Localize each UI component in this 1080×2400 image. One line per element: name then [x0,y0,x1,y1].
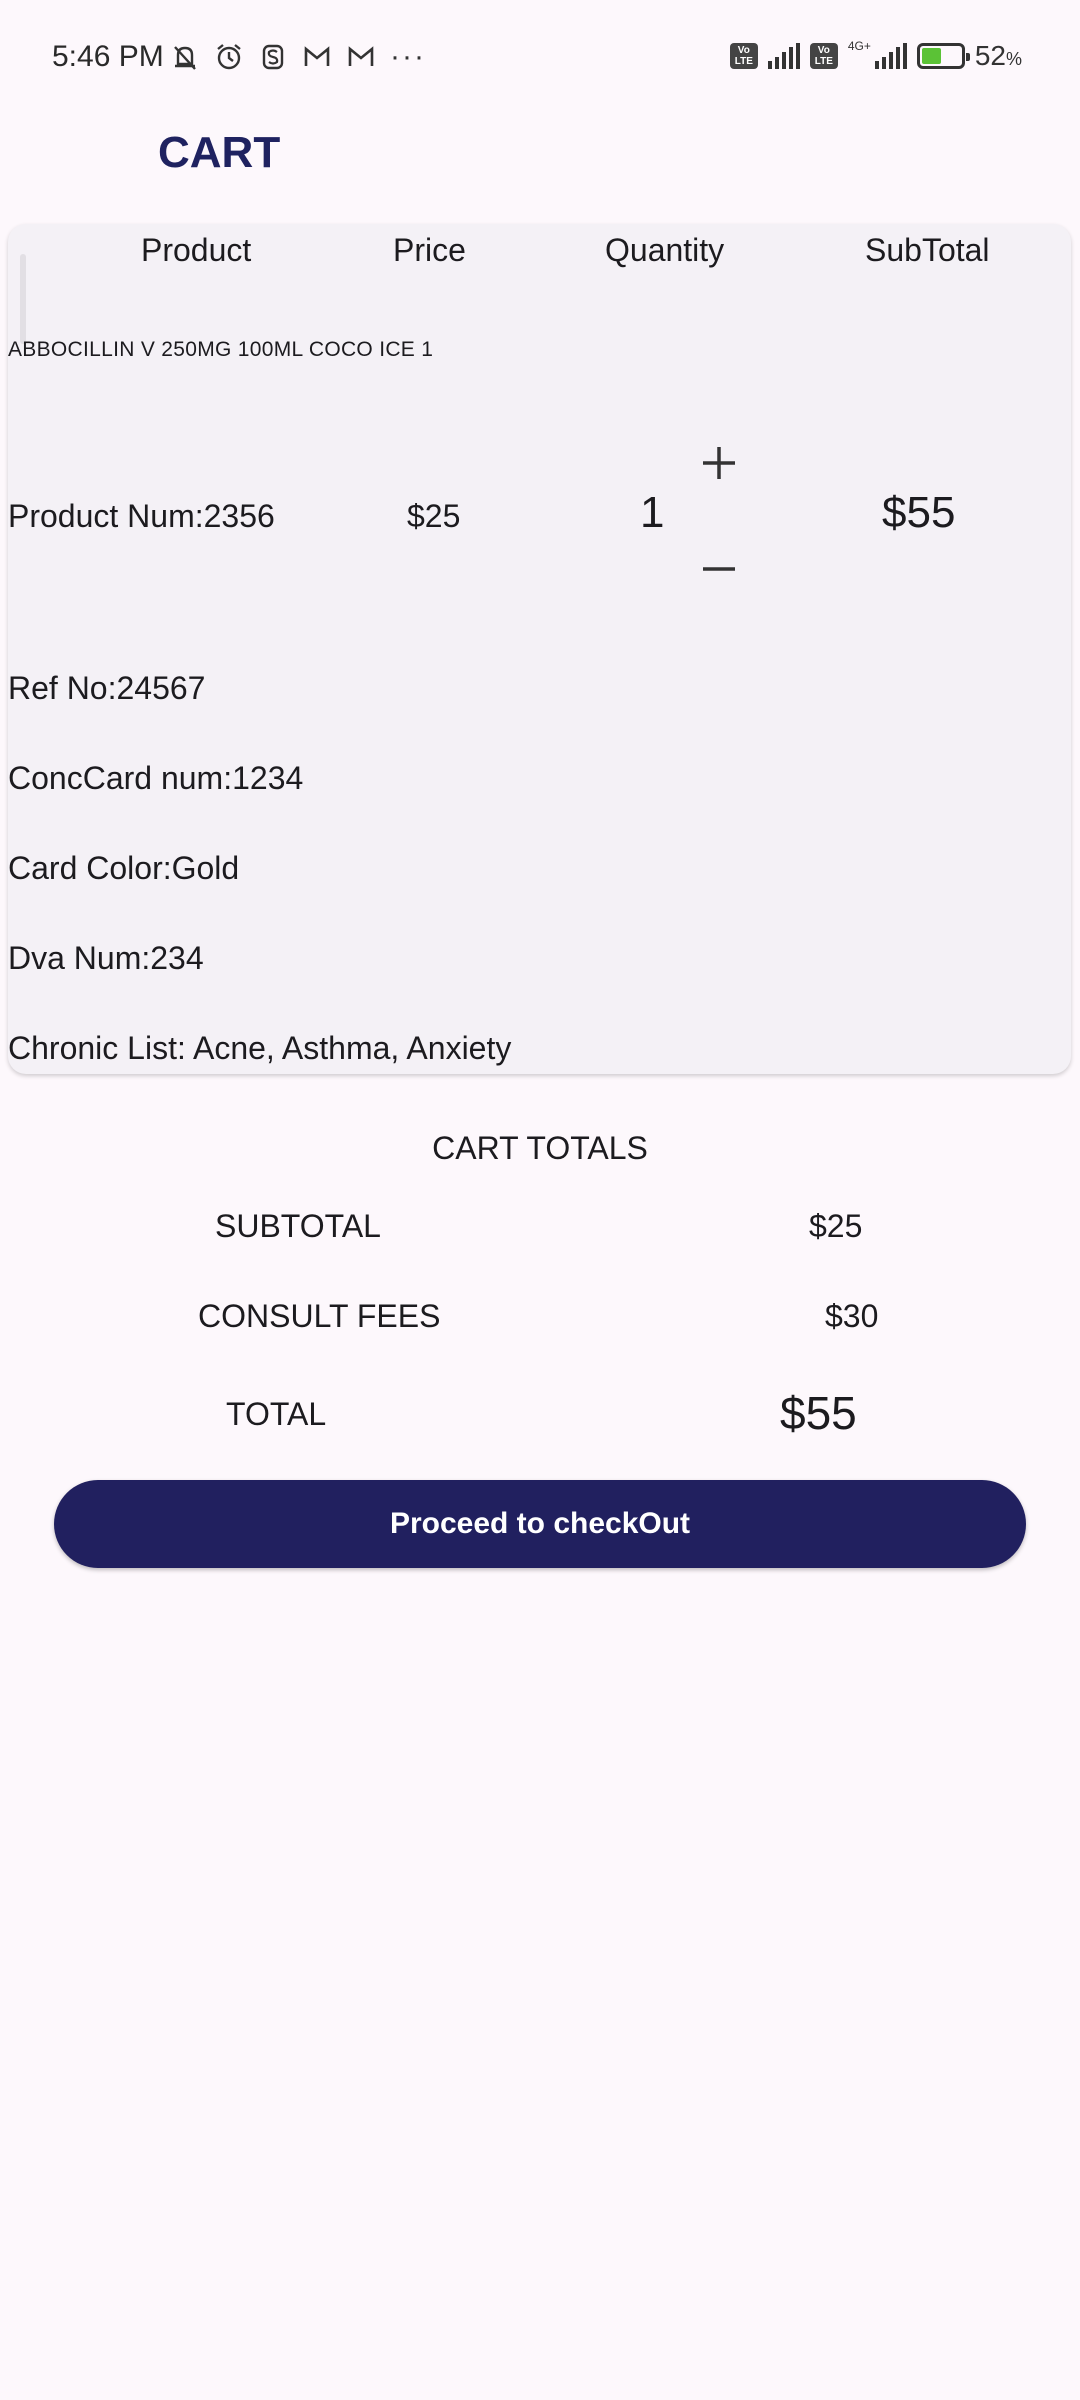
increase-quantity-button[interactable] [694,438,744,488]
back-arrow-icon [53,138,72,170]
consult-fees-value: $30 [825,1298,879,1334]
signal-icon [767,43,800,69]
volte-icon: Vo LTE [809,43,838,69]
app-bar: CART [0,120,1080,190]
item-price: $25 [407,498,461,534]
subtotal-label: SUBTOTAL [215,1208,381,1244]
plus-icon [703,447,735,479]
gmail-icon [302,42,332,72]
quantity-value: 1 [640,488,665,537]
decrease-quantity-button[interactable] [694,544,744,594]
product-number: Product Num:2356 [8,498,275,534]
s-app-icon [258,42,288,72]
network-type: 4G+ [847,39,871,53]
dva-number: Dva Num:234 [8,940,204,976]
back-button[interactable] [40,130,88,178]
header-price: Price [393,232,466,268]
cart-table: Product Price Quantity SubTotal ABBOCILL… [8,224,1071,1074]
notification-icons: ··· [170,40,426,74]
system-indicators: Vo LTE Vo LTE 4G+ 52% [729,39,1022,72]
header-product: Product [141,232,252,268]
card-color: Card Color:Gold [8,850,240,886]
muted-bell-icon [170,42,200,72]
battery-percent: 52% [974,40,1022,71]
status-time: 5:46 PM [52,40,164,73]
header-quantity: Quantity [605,232,725,268]
signal-icon [874,43,907,69]
scrollbar[interactable] [20,254,26,344]
gmail-icon [346,42,376,72]
battery-icon [916,43,970,69]
chronic-list: Chronic List: Acne, Asthma, Anxiety [8,1030,512,1066]
more-notifications-icon: ··· [390,40,426,73]
header-subtotal: SubTotal [865,232,990,268]
ref-number: Ref No:24567 [8,670,206,706]
proceed-to-checkout-button[interactable]: Proceed to checkOut [54,1480,1026,1568]
alarm-icon [214,42,244,72]
page-title: CART [158,128,281,177]
product-name: ABBOCILLIN V 250MG 100ML COCO ICE 1 [8,338,434,361]
total-value: $55 [780,1387,857,1439]
consult-fees-label: CONSULT FEES [198,1298,441,1334]
subtotal-value: $25 [809,1208,863,1244]
conc-card-number: ConcCard num:1234 [8,760,304,796]
cart-totals-title: CART TOTALS [432,1130,648,1166]
total-label: TOTAL [226,1396,327,1432]
volte-icon: Vo LTE [729,43,758,69]
status-bar: 5:46 PM ··· Vo LTE Vo LTE 4G+ 52% [0,0,1080,120]
item-subtotal: $55 [882,488,956,537]
minus-icon [703,567,735,571]
